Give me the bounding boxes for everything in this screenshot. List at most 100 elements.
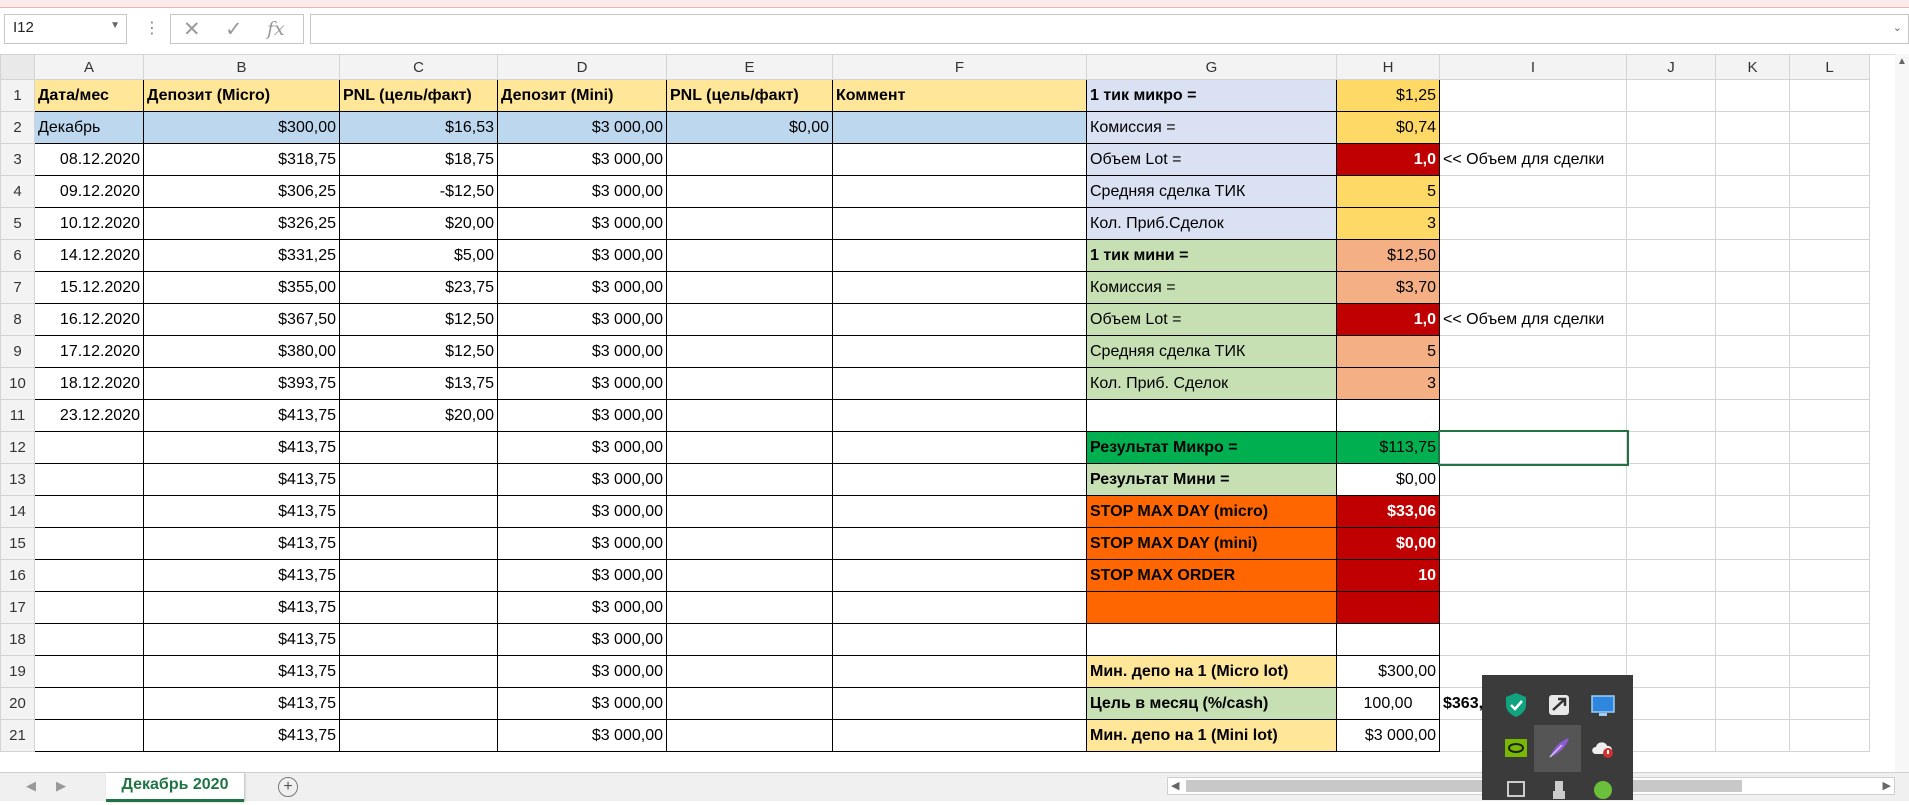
formula-input[interactable]: ⌄ xyxy=(310,14,1909,44)
cell-c10[interactable]: $13,75 xyxy=(339,367,498,400)
column-header[interactable]: D xyxy=(497,54,667,80)
cell-j5[interactable] xyxy=(1626,207,1716,240)
cell-l10[interactable] xyxy=(1789,367,1870,400)
cell-f3[interactable] xyxy=(832,143,1087,176)
cell-k12[interactable] xyxy=(1715,431,1790,464)
monitor-icon[interactable] xyxy=(1588,690,1618,720)
row-header[interactable]: 13 xyxy=(0,463,35,496)
cell-a18[interactable] xyxy=(34,623,144,656)
cell-g2[interactable]: Комиссия = xyxy=(1086,111,1337,144)
cell-i13[interactable] xyxy=(1439,463,1627,496)
cell-a10[interactable]: 18.12.2020 xyxy=(34,367,144,400)
cell-h11[interactable] xyxy=(1336,399,1440,432)
cell-j21[interactable] xyxy=(1626,719,1716,752)
cell-g12[interactable]: Результат Микро = xyxy=(1086,431,1337,464)
column-header[interactable]: I xyxy=(1439,54,1627,80)
cell-j1[interactable] xyxy=(1626,79,1716,112)
cell-g6[interactable]: 1 тик мини = xyxy=(1086,239,1337,272)
cell-b3[interactable]: $318,75 xyxy=(143,143,340,176)
cell-b6[interactable]: $331,25 xyxy=(143,239,340,272)
cell-j17[interactable] xyxy=(1626,591,1716,624)
cell-b15[interactable]: $413,75 xyxy=(143,527,340,560)
cell-l18[interactable] xyxy=(1789,623,1870,656)
cell-e6[interactable] xyxy=(666,239,833,272)
cell-b4[interactable]: $306,25 xyxy=(143,175,340,208)
cell-h8[interactable]: 1,0 xyxy=(1336,303,1440,336)
usb-icon[interactable] xyxy=(1544,775,1574,805)
horizontal-scroll-thumb[interactable] xyxy=(1186,780,1742,792)
cell-e4[interactable] xyxy=(666,175,833,208)
cell-c20[interactable] xyxy=(339,687,498,720)
cell-a21[interactable] xyxy=(34,719,144,752)
row-header[interactable]: 12 xyxy=(0,431,35,464)
cell-j16[interactable] xyxy=(1626,559,1716,592)
cell-f5[interactable] xyxy=(832,207,1087,240)
cell-h20[interactable]: 100,00 xyxy=(1336,687,1440,720)
cell-h12[interactable]: $113,75 xyxy=(1336,431,1440,464)
cell-b18[interactable]: $413,75 xyxy=(143,623,340,656)
cell-c3[interactable]: $18,75 xyxy=(339,143,498,176)
row-header[interactable]: 4 xyxy=(0,175,35,208)
cell-g11[interactable] xyxy=(1086,399,1337,432)
column-header[interactable]: B xyxy=(143,54,340,80)
row-header[interactable]: 19 xyxy=(0,655,35,688)
app-icon[interactable] xyxy=(1544,690,1574,720)
cell-k11[interactable] xyxy=(1715,399,1790,432)
cell-g15[interactable]: STOP MAX DAY (mini) xyxy=(1086,527,1337,560)
cell-h4[interactable]: 5 xyxy=(1336,175,1440,208)
cell-f17[interactable] xyxy=(832,591,1087,624)
cell-l19[interactable] xyxy=(1789,655,1870,688)
cell-g10[interactable]: Кол. Приб. Сделок xyxy=(1086,367,1337,400)
cell-b9[interactable]: $380,00 xyxy=(143,335,340,368)
cell-k8[interactable] xyxy=(1715,303,1790,336)
cell-k18[interactable] xyxy=(1715,623,1790,656)
cell-i4[interactable] xyxy=(1439,175,1627,208)
cell-i11[interactable] xyxy=(1439,399,1627,432)
cell-i1[interactable] xyxy=(1439,79,1627,112)
row-header[interactable]: 20 xyxy=(0,687,35,720)
cell-i17[interactable] xyxy=(1439,591,1627,624)
cell-l2[interactable] xyxy=(1789,111,1870,144)
column-header[interactable]: F xyxy=(832,54,1087,80)
cell-j13[interactable] xyxy=(1626,463,1716,496)
cell-f11[interactable] xyxy=(832,399,1087,432)
cell-g1[interactable]: 1 тик микро = xyxy=(1086,79,1337,112)
cell-f19[interactable] xyxy=(832,655,1087,688)
cell-k20[interactable] xyxy=(1715,687,1790,720)
cell-c14[interactable] xyxy=(339,495,498,528)
cell-b21[interactable]: $413,75 xyxy=(143,719,340,752)
row-header[interactable]: 3 xyxy=(0,143,35,176)
cell-k7[interactable] xyxy=(1715,271,1790,304)
cell-h6[interactable]: $12,50 xyxy=(1336,239,1440,272)
cell-b5[interactable]: $326,25 xyxy=(143,207,340,240)
cell-a13[interactable] xyxy=(34,463,144,496)
cell-a16[interactable] xyxy=(34,559,144,592)
cell-a6[interactable]: 14.12.2020 xyxy=(34,239,144,272)
cell-b16[interactable]: $413,75 xyxy=(143,559,340,592)
cell-g21[interactable]: Мин. депо на 1 (Mini lot) xyxy=(1086,719,1337,752)
cell-j20[interactable] xyxy=(1626,687,1716,720)
cell-f8[interactable] xyxy=(832,303,1087,336)
update-icon[interactable] xyxy=(1588,775,1618,805)
cell-g3[interactable]: Объем Lot = xyxy=(1086,143,1337,176)
cell-d11[interactable]: $3 000,00 xyxy=(497,399,667,432)
cell-e15[interactable] xyxy=(666,527,833,560)
cell-d2[interactable]: $3 000,00 xyxy=(497,111,667,144)
cell-i8[interactable]: << Объем для сделки xyxy=(1439,303,1627,336)
cell-j6[interactable] xyxy=(1626,239,1716,272)
cell-k21[interactable] xyxy=(1715,719,1790,752)
cell-e13[interactable] xyxy=(666,463,833,496)
cell-k5[interactable] xyxy=(1715,207,1790,240)
cell-f20[interactable] xyxy=(832,687,1087,720)
cell-c19[interactable] xyxy=(339,655,498,688)
cell-l15[interactable] xyxy=(1789,527,1870,560)
cell-b20[interactable]: $413,75 xyxy=(143,687,340,720)
cell-d14[interactable]: $3 000,00 xyxy=(497,495,667,528)
cell-b13[interactable]: $413,75 xyxy=(143,463,340,496)
cell-e3[interactable] xyxy=(666,143,833,176)
cancel-icon[interactable]: ✕ xyxy=(183,17,201,42)
cell-j18[interactable] xyxy=(1626,623,1716,656)
column-header[interactable]: L xyxy=(1789,54,1870,80)
cell-j3[interactable] xyxy=(1626,143,1716,176)
cell-l20[interactable] xyxy=(1789,687,1870,720)
